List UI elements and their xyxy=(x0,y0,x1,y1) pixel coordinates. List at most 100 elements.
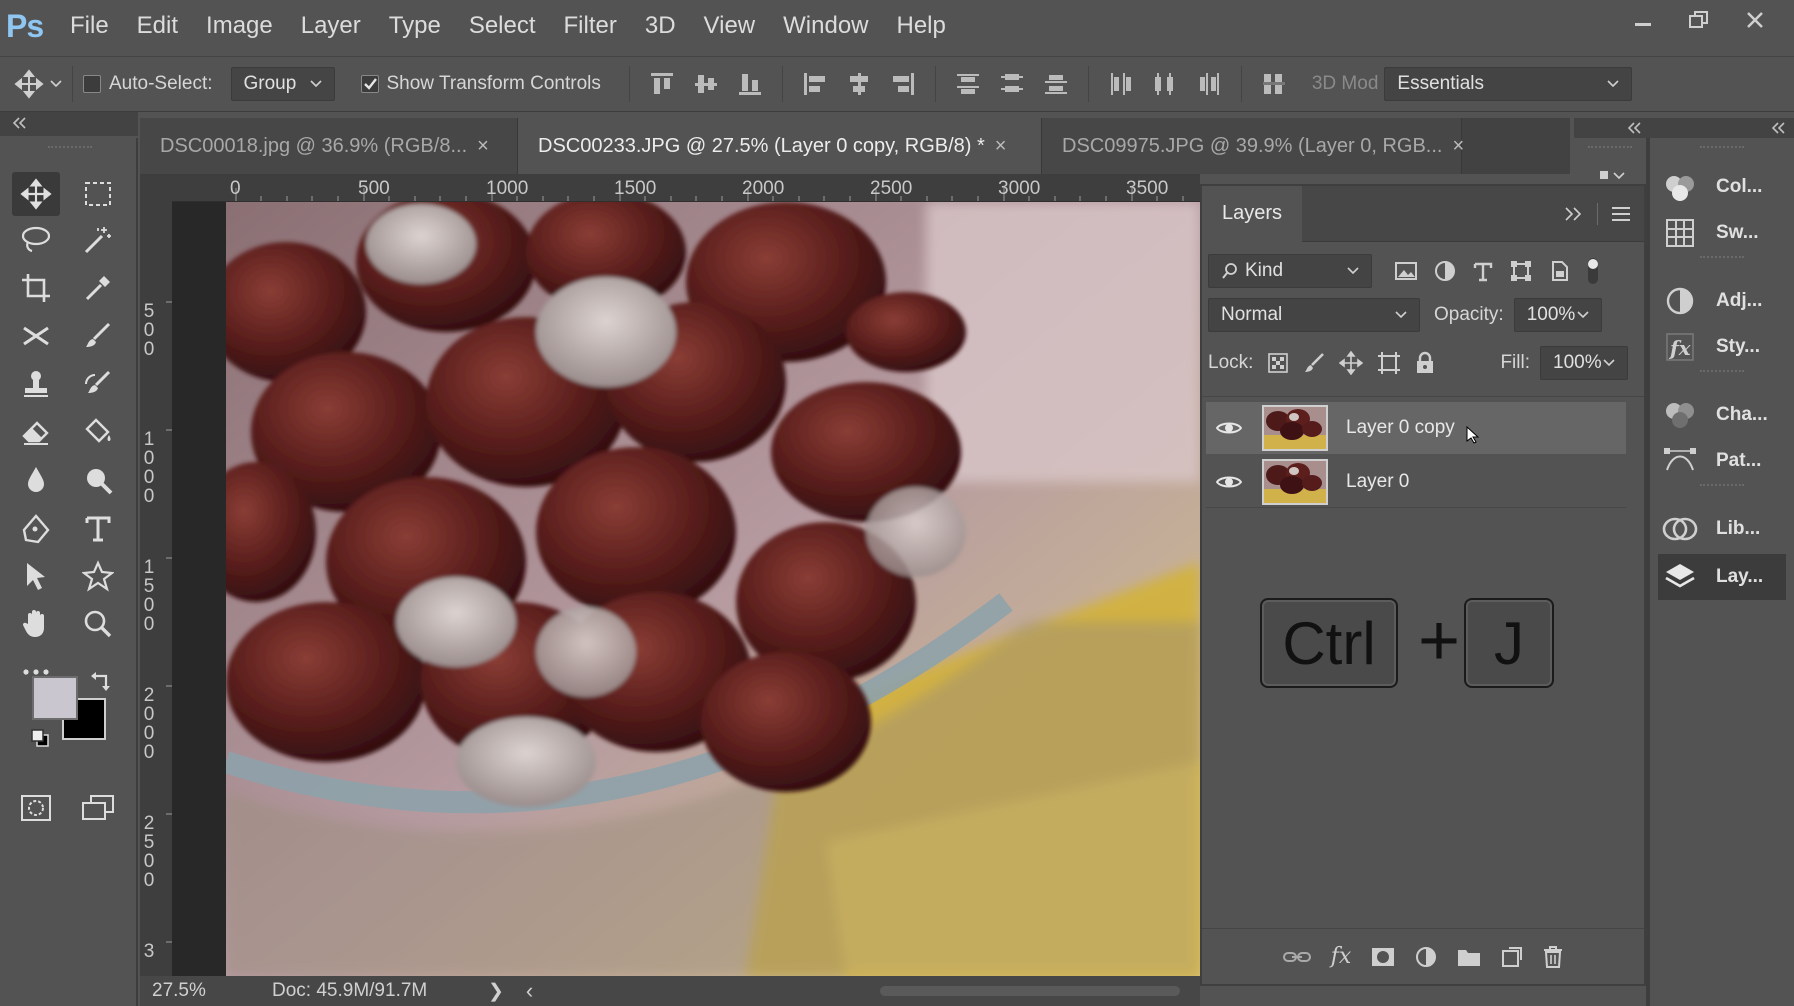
panel-menu-icon[interactable] xyxy=(1610,205,1632,223)
new-layer-icon[interactable] xyxy=(1501,946,1523,968)
new-adjustment-layer-icon[interactable] xyxy=(1415,946,1437,968)
scroll-left-arrow[interactable]: ‹ xyxy=(526,978,533,1004)
dock-swatches[interactable]: Sw... xyxy=(1658,210,1786,256)
layer-name[interactable]: Layer 0 xyxy=(1346,471,1409,493)
align-right-icon[interactable] xyxy=(888,67,918,101)
pen-tool[interactable] xyxy=(12,506,60,550)
blend-mode-dropdown[interactable]: Normal xyxy=(1208,298,1420,332)
lock-all-icon[interactable] xyxy=(1415,351,1435,375)
dock-libraries[interactable]: Lib... xyxy=(1658,506,1786,552)
brush-tool[interactable] xyxy=(74,314,122,358)
dock-channels[interactable]: Cha... xyxy=(1658,392,1786,438)
horizontal-ruler[interactable]: 0 500 1000 1500 2000 2500 3000 3500 xyxy=(172,174,1200,202)
menu-image[interactable]: Image xyxy=(192,0,287,52)
type-layer-filter-icon[interactable] xyxy=(1472,260,1494,282)
lock-image-pixels-icon[interactable] xyxy=(1303,352,1325,374)
distribute-top-icon[interactable] xyxy=(953,67,983,101)
pixel-layer-filter-icon[interactable] xyxy=(1394,260,1418,282)
screen-mode-button[interactable] xyxy=(74,786,122,830)
lock-artboard-icon[interactable] xyxy=(1377,351,1401,375)
distribute-bottom-icon[interactable] xyxy=(1041,67,1071,101)
filter-toggle[interactable] xyxy=(1586,256,1600,286)
path-selection-tool[interactable] xyxy=(12,554,60,598)
eyedropper-tool[interactable] xyxy=(74,266,122,310)
new-group-icon[interactable] xyxy=(1457,947,1481,967)
menu-select[interactable]: Select xyxy=(455,0,550,52)
eraser-tool[interactable] xyxy=(12,410,60,454)
delete-layer-icon[interactable] xyxy=(1543,945,1563,968)
dock-styles[interactable]: fx Sty... xyxy=(1658,324,1786,370)
foreground-color-swatch[interactable] xyxy=(32,676,78,720)
panel-grip[interactable] xyxy=(1700,370,1744,378)
magic-wand-tool[interactable] xyxy=(74,218,122,262)
menu-window[interactable]: Window xyxy=(769,0,882,52)
visibility-eye-icon[interactable] xyxy=(1206,420,1252,436)
panel-grip[interactable] xyxy=(1588,146,1632,154)
distribute-vcenter-icon[interactable] xyxy=(997,67,1027,101)
distribute-hcenter-icon[interactable] xyxy=(1150,67,1180,101)
tools-collapse-bar[interactable] xyxy=(0,112,138,136)
auto-select-checkbox[interactable] xyxy=(83,75,101,93)
vertical-ruler[interactable]: 500 1000 1500 2000 2500 3 xyxy=(140,202,172,976)
distribute-left-icon[interactable] xyxy=(1106,67,1136,101)
close-tab-icon[interactable]: × xyxy=(1452,135,1464,158)
adjustment-layer-filter-icon[interactable] xyxy=(1434,260,1456,282)
close-tab-icon[interactable]: × xyxy=(995,135,1007,158)
zoom-level[interactable]: 27.5% xyxy=(140,980,258,1002)
crop-tool[interactable] xyxy=(12,266,60,310)
menu-layer[interactable]: Layer xyxy=(287,0,375,52)
lock-transparent-pixels-icon[interactable] xyxy=(1267,352,1289,374)
tab-dsc09975[interactable]: DSC09975.JPG @ 39.9% (Layer 0, RGB... × xyxy=(1042,118,1464,174)
type-tool[interactable] xyxy=(74,506,122,550)
panel-grip[interactable] xyxy=(48,146,92,154)
opacity-field[interactable]: 100% xyxy=(1513,298,1602,332)
panel-grip[interactable] xyxy=(1700,484,1744,492)
show-transform-checkbox[interactable] xyxy=(360,75,379,93)
dodge-tool[interactable] xyxy=(74,458,122,502)
panel-grip[interactable] xyxy=(1700,256,1744,264)
close-icon[interactable] xyxy=(1738,3,1772,37)
quick-mask-button[interactable] xyxy=(12,786,60,830)
restore-icon[interactable] xyxy=(1682,3,1716,37)
document-image[interactable] xyxy=(226,202,1200,976)
panel-grip[interactable] xyxy=(1700,146,1744,154)
menu-edit[interactable]: Edit xyxy=(123,0,192,52)
shape-layer-filter-icon[interactable] xyxy=(1510,260,1532,282)
dock-adjustments[interactable]: Adj... xyxy=(1658,278,1786,324)
dock-color[interactable]: Col... xyxy=(1658,164,1786,210)
clone-stamp-tool[interactable] xyxy=(12,362,60,406)
lock-position-icon[interactable] xyxy=(1339,351,1364,375)
blur-tool[interactable] xyxy=(12,458,60,502)
move-tool[interactable] xyxy=(12,172,60,216)
add-mask-icon[interactable] xyxy=(1371,947,1395,967)
layer-name[interactable]: Layer 0 copy xyxy=(1346,417,1455,439)
healing-brush-tool[interactable] xyxy=(12,314,60,358)
custom-shape-tool[interactable] xyxy=(74,554,122,598)
align-hcenter-icon[interactable] xyxy=(844,67,874,101)
link-layers-icon[interactable] xyxy=(1282,948,1311,966)
distribute-right-icon[interactable] xyxy=(1194,67,1224,101)
tab-dsc00018[interactable]: DSC00018.jpg @ 36.9% (RGB/8... × xyxy=(140,118,518,174)
lasso-tool[interactable] xyxy=(12,218,60,262)
menu-3d[interactable]: 3D xyxy=(631,0,690,52)
dock-layers[interactable]: Lay... xyxy=(1658,554,1786,600)
close-tab-icon[interactable]: × xyxy=(477,135,489,158)
swap-colors-icon[interactable] xyxy=(90,670,112,692)
menu-help[interactable]: Help xyxy=(883,0,960,52)
layer-row-layer-0-copy[interactable]: Layer 0 copy xyxy=(1206,402,1626,454)
horizontal-scrollbar[interactable] xyxy=(880,986,1180,996)
double-chevron-right-icon[interactable] xyxy=(1563,205,1583,223)
dock-paths[interactable]: Pat... xyxy=(1658,438,1786,484)
align-top-icon[interactable] xyxy=(647,67,677,101)
zoom-tool[interactable] xyxy=(74,602,122,646)
paint-bucket-tool[interactable] xyxy=(74,410,122,454)
hand-tool[interactable] xyxy=(12,602,60,646)
move-tool-preset-icon[interactable] xyxy=(14,69,62,99)
fill-field[interactable]: 100% xyxy=(1540,346,1628,380)
menu-type[interactable]: Type xyxy=(375,0,455,52)
default-colors-icon[interactable] xyxy=(30,728,50,748)
fx-icon[interactable]: fx xyxy=(1331,944,1352,969)
filter-kind-dropdown[interactable]: Kind xyxy=(1208,254,1372,288)
panel-options-icon[interactable] xyxy=(1598,168,1626,184)
align-vcenter-icon[interactable] xyxy=(691,67,721,101)
